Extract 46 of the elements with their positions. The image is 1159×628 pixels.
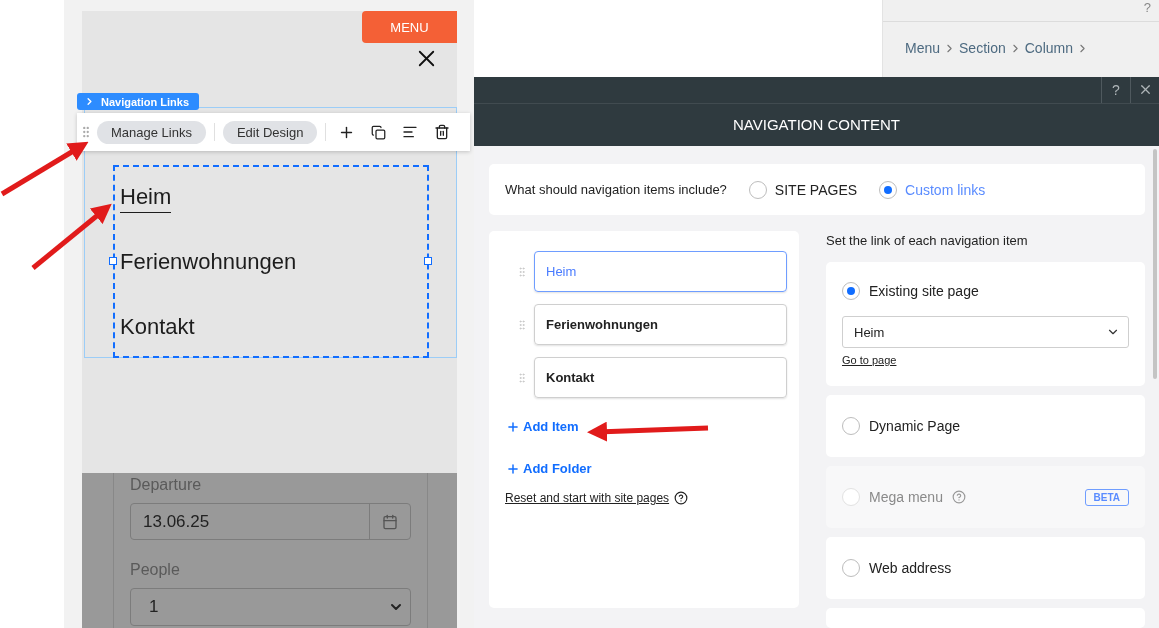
page-dropdown[interactable]: Heim xyxy=(842,316,1129,348)
chevron-icon xyxy=(84,96,95,107)
field-label: People xyxy=(130,560,181,580)
nav-item-field[interactable]: Kontakt xyxy=(534,357,787,398)
radio-button[interactable] xyxy=(748,180,767,199)
field-label: Departure xyxy=(130,475,203,495)
breadcrumb-item[interactable]: Section xyxy=(959,40,1006,56)
option-label[interactable]: Existing site page xyxy=(869,283,979,299)
option-label[interactable]: SITE PAGES xyxy=(774,181,858,198)
nav-link[interactable]: Kontakt xyxy=(120,314,195,343)
drag-handle-icon[interactable] xyxy=(516,265,528,278)
option-label[interactable]: Dynamic Page xyxy=(869,418,961,434)
radio-button[interactable] xyxy=(879,180,898,199)
option-label[interactable]: Web address xyxy=(869,560,952,576)
nav-item-field[interactable]: Heim xyxy=(534,251,787,292)
resize-handle[interactable] xyxy=(424,257,432,265)
tag-label: Navigation Links xyxy=(101,95,190,108)
help-button[interactable]: ? xyxy=(1101,77,1130,103)
question-text: What should navigation items include? xyxy=(505,182,727,197)
help-icon[interactable] xyxy=(674,491,689,505)
toolbar-button[interactable]: Edit Design xyxy=(222,120,318,144)
select-field[interactable]: 1 xyxy=(130,588,411,626)
dialog-title: NAVIGATION CONTENT xyxy=(474,103,1159,146)
toolbar-button[interactable]: Manage Links xyxy=(97,120,206,144)
nav-link[interactable]: Heim xyxy=(120,184,172,213)
calendar-icon[interactable] xyxy=(382,513,398,530)
drag-handle-icon[interactable] xyxy=(516,371,528,384)
breadcrumb-item[interactable]: Column xyxy=(1024,40,1073,56)
nav-link[interactable]: Ferienwohnungen xyxy=(120,249,297,278)
radio-button[interactable] xyxy=(842,282,860,300)
reset-link[interactable]: Reset and start with site pages xyxy=(505,491,670,505)
radio-button[interactable] xyxy=(842,559,860,577)
resize-handle[interactable] xyxy=(109,257,117,265)
drag-handle-icon[interactable] xyxy=(516,318,528,331)
beta-badge: BETA xyxy=(1084,488,1129,506)
add-folder-link[interactable]: Add Folder xyxy=(506,461,592,476)
plus-icon[interactable] xyxy=(506,419,520,434)
plus-icon[interactable] xyxy=(506,461,520,476)
radio-button[interactable] xyxy=(842,417,860,435)
breadcrumb-item[interactable]: Menu xyxy=(905,40,941,56)
add-item-link[interactable]: Add Item xyxy=(506,419,579,434)
go-to-page-link[interactable]: Go to page xyxy=(842,354,897,366)
section-heading: Set the link of each navigation item xyxy=(826,232,1029,248)
date-field[interactable]: 13.06.25 xyxy=(130,503,411,540)
scrollbar[interactable] xyxy=(1153,149,1157,379)
nav-item-field[interactable]: Ferienwohnungen xyxy=(534,304,787,345)
